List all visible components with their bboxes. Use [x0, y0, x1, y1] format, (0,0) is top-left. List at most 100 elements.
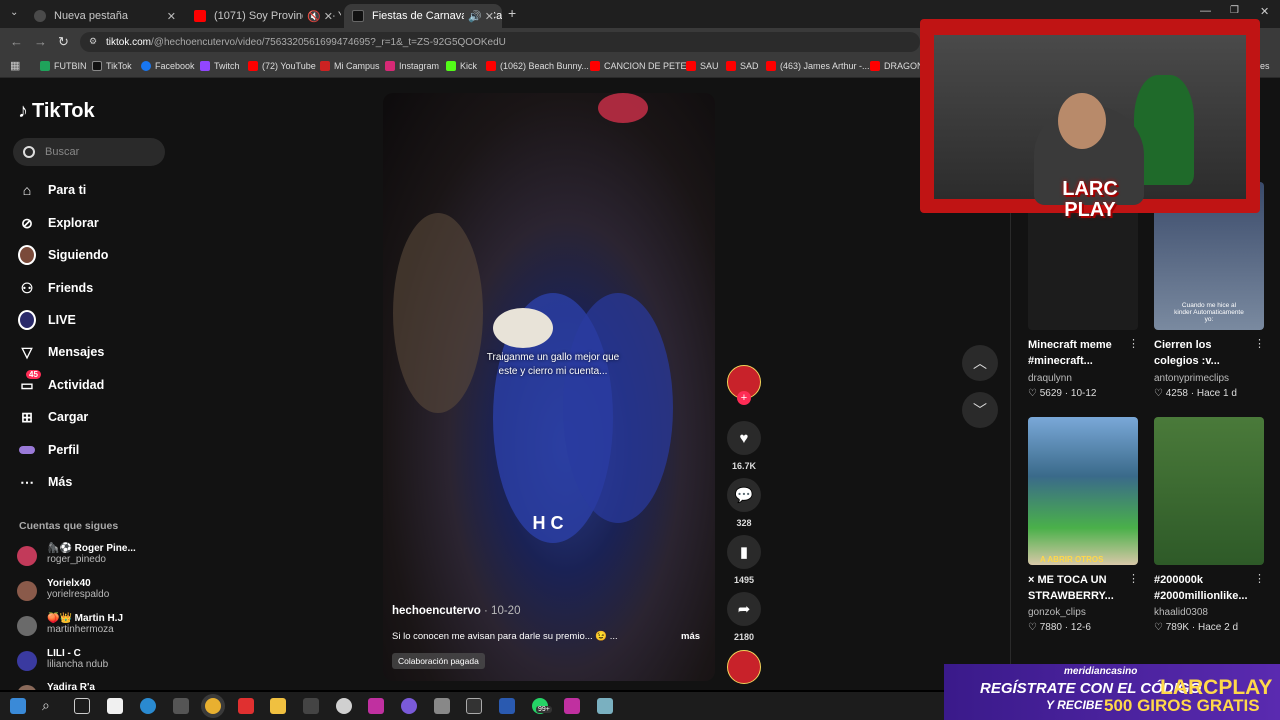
- tab-tiktok[interactable]: Fiestas de Carnaval en Caja 🔊 ✕: [344, 4, 502, 28]
- nav-friends[interactable]: ⚇ Friends: [18, 279, 93, 297]
- calculator-icon[interactable]: [434, 698, 450, 714]
- tab-youtube[interactable]: (1071) Soy Provinciano - Yo 🔇 ✕: [186, 4, 341, 28]
- more-options-icon[interactable]: ⋮: [1128, 337, 1139, 350]
- more-options-icon[interactable]: ⋮: [1254, 572, 1265, 585]
- kick-icon: [446, 61, 456, 71]
- related-video-title[interactable]: Minecraft meme #minecraft...: [1028, 337, 1124, 369]
- youtube-icon: [486, 61, 496, 71]
- back-icon[interactable]: ←: [10, 34, 23, 49]
- nav-perfil[interactable]: Perfil: [18, 441, 79, 459]
- bookmark-kick[interactable]: Kick: [446, 61, 477, 71]
- chrome-icon[interactable]: [205, 698, 221, 714]
- app-icon[interactable]: [466, 698, 482, 714]
- related-video-author[interactable]: antonyprimeclips: [1154, 373, 1229, 384]
- search-input[interactable]: Buscar: [13, 138, 165, 166]
- windows-start-icon[interactable]: [10, 698, 26, 714]
- related-video-author[interactable]: draqulynn: [1028, 373, 1072, 384]
- folder-icon[interactable]: [270, 698, 286, 714]
- like-button[interactable]: ♥ 16.7K: [726, 421, 762, 471]
- nav-actividad[interactable]: ▭ 45 Actividad: [18, 370, 104, 394]
- bookmark-james-arthur[interactable]: (463) James Arthur -...: [766, 61, 870, 71]
- app-icon[interactable]: [597, 698, 613, 714]
- nav-siguiendo[interactable]: Siguiendo: [18, 245, 108, 265]
- reload-icon[interactable]: ↻: [58, 34, 69, 50]
- nav-live[interactable]: LIVE: [18, 310, 76, 330]
- related-video-stats: ♡ 789K · Hace 2 d: [1154, 622, 1239, 633]
- related-video-author[interactable]: gonzok_clips: [1028, 607, 1086, 618]
- app-icon[interactable]: [564, 698, 580, 714]
- save-button[interactable]: ▮ 1495: [726, 535, 762, 585]
- followed-account[interactable]: LILI - Cliliancha ndub: [17, 648, 108, 671]
- bookmark-sad[interactable]: SAD: [726, 61, 759, 71]
- bookmark-youtube[interactable]: (72) YouTube: [248, 61, 316, 71]
- task-view-icon[interactable]: [74, 698, 90, 714]
- app-icon[interactable]: [336, 698, 352, 714]
- bookmark-futbin[interactable]: FUTBIN: [40, 61, 87, 71]
- video-player[interactable]: Traiganme un gallo mejor que este y cier…: [383, 93, 715, 681]
- followed-account[interactable]: Yorielx40 yorielrespaldo: [17, 578, 109, 601]
- nav-cargar[interactable]: ⊞ Cargar: [18, 408, 88, 426]
- app-icon[interactable]: [401, 698, 417, 714]
- followed-account[interactable]: 🍑👑 Martin H.J martinhermoza: [17, 613, 123, 636]
- bookmark-beach-bunny[interactable]: (1062) Beach Bunny...: [486, 61, 589, 71]
- nav-mensajes[interactable]: ▽ Mensajes: [18, 343, 105, 361]
- more-options-icon[interactable]: ⋮: [1254, 337, 1265, 350]
- word-icon[interactable]: [499, 698, 515, 714]
- tiktok-logo[interactable]: ♪ TikTok: [18, 100, 95, 123]
- nav-para-ti[interactable]: ⌂ Para ti: [18, 181, 86, 199]
- more-options-icon[interactable]: ⋮: [1128, 572, 1139, 585]
- xbox-icon[interactable]: [173, 698, 189, 714]
- sound-disc-button[interactable]: [726, 650, 762, 684]
- comment-button[interactable]: 💬 328: [726, 478, 762, 528]
- bookmark-tiktok[interactable]: TikTok: [92, 61, 132, 71]
- site-info-icon[interactable]: ⚙: [89, 36, 97, 47]
- bookmark-facebook[interactable]: Facebook: [141, 61, 195, 71]
- close-icon[interactable]: 🔊 ✕: [464, 9, 494, 23]
- related-video-author[interactable]: khaalid0308: [1154, 607, 1208, 618]
- bookmark-sau[interactable]: SAU: [686, 61, 719, 71]
- forward-icon[interactable]: →: [34, 34, 47, 49]
- app-icon[interactable]: [303, 698, 319, 714]
- url-input[interactable]: ⚙ tiktok.com/@hechoencutervo/video/75633…: [80, 32, 920, 52]
- bookmark-peter[interactable]: CANCION DE PETER: [590, 61, 693, 71]
- search-icon[interactable]: ⌕: [42, 697, 50, 714]
- comment-count: 328: [736, 518, 752, 528]
- followed-account[interactable]: Yadira R'a: [17, 682, 95, 690]
- minimize-icon[interactable]: —: [1200, 5, 1211, 17]
- related-video-thumbnail[interactable]: A ABRIR OTROS: [1028, 417, 1138, 565]
- related-video-title[interactable]: × ME TOCA UN STRAWBERRY...: [1028, 572, 1124, 604]
- edge-icon[interactable]: [140, 698, 156, 714]
- next-video-button[interactable]: ﹀: [962, 392, 998, 428]
- follow-plus-icon[interactable]: +: [737, 391, 751, 405]
- close-icon[interactable]: 🔇 ✕: [303, 9, 333, 23]
- app-icon[interactable]: [238, 698, 254, 714]
- tab-new[interactable]: Nueva pestaña ✕: [26, 4, 184, 28]
- video-author[interactable]: hechoencutervo · 10-20: [392, 605, 520, 617]
- nav-mas[interactable]: ⋯ Más: [18, 473, 72, 491]
- instagram-icon: [385, 61, 395, 71]
- followed-account[interactable]: 🦍⚽ Roger Pine... roger_pinedo: [17, 543, 136, 566]
- more-link[interactable]: más: [681, 631, 700, 642]
- store-icon[interactable]: [107, 698, 123, 714]
- bookmark-campus[interactable]: Mi Campus: [320, 61, 380, 71]
- related-video-thumbnail[interactable]: [1154, 417, 1264, 565]
- related-video-title[interactable]: Cierren los colegios :v...: [1154, 337, 1250, 369]
- related-video-title[interactable]: #200000k #2000millionlike...: [1154, 572, 1250, 604]
- author-avatar-button[interactable]: +: [726, 365, 762, 405]
- share-button[interactable]: ➦ 2180: [726, 592, 762, 642]
- apps-icon[interactable]: ▦: [10, 59, 20, 72]
- tab-search-icon[interactable]: ⌄: [10, 7, 18, 18]
- nav-explorar[interactable]: ⊘ Explorar: [18, 214, 99, 232]
- following-section-title: Cuentas que sigues: [19, 520, 119, 532]
- new-tab-icon[interactable]: +: [508, 5, 516, 21]
- bookmark-instagram[interactable]: Instagram: [385, 61, 439, 71]
- window-close-icon[interactable]: ✕: [1260, 5, 1269, 18]
- upload-icon: ⊞: [21, 408, 33, 425]
- app-icon[interactable]: [368, 698, 384, 714]
- youtube-icon: [870, 61, 880, 71]
- casino-ad-banner: meridiancasino REGÍSTRATE CON EL CÓDIGO …: [944, 664, 1280, 720]
- bookmark-twitch[interactable]: Twitch: [200, 61, 240, 71]
- previous-video-button[interactable]: ︿: [962, 345, 998, 381]
- close-icon[interactable]: ✕: [167, 10, 176, 23]
- maximize-icon[interactable]: ❐: [1230, 5, 1239, 16]
